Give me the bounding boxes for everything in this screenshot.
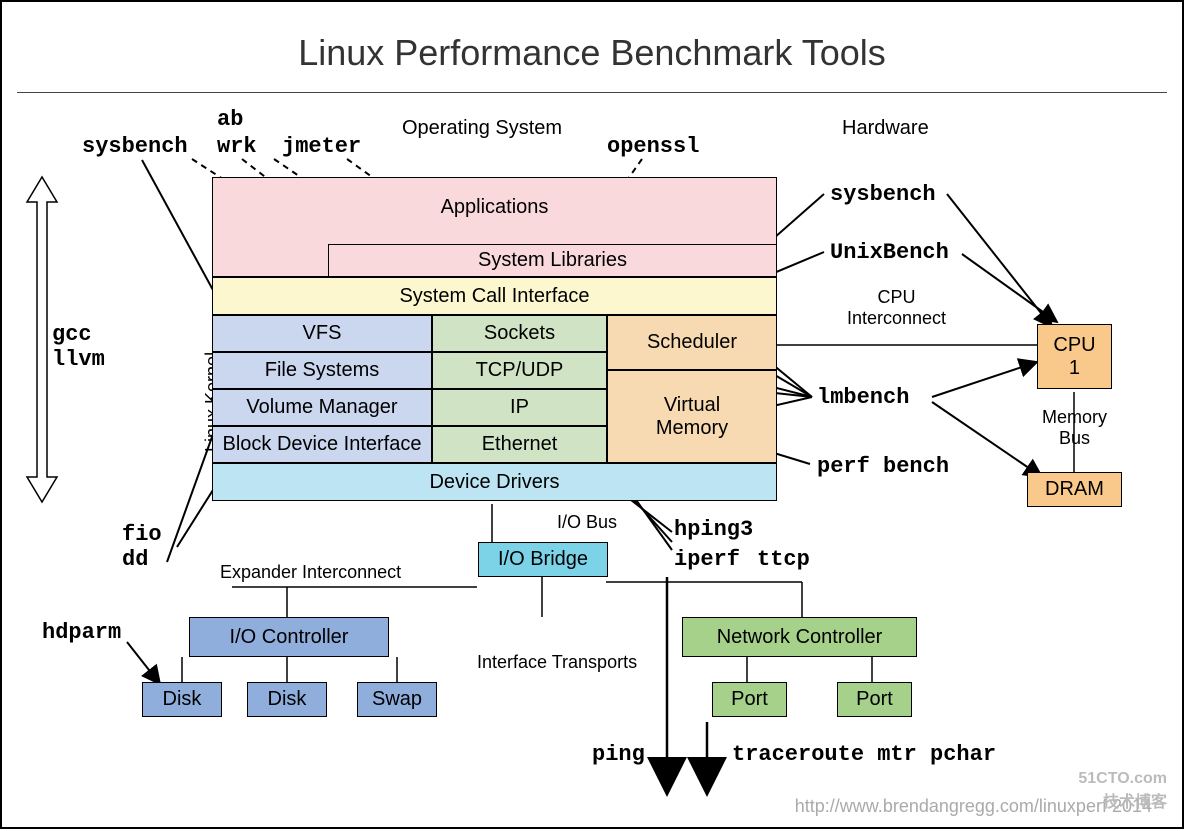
os-label: Operating System [402, 117, 562, 140]
vfs-box: VFS [212, 315, 432, 352]
tool-sysbench: sysbench [82, 134, 188, 159]
fs-box: File Systems [212, 352, 432, 389]
syslib-box: System Libraries [328, 244, 777, 277]
tool-traceroute: traceroute mtr pchar [732, 742, 996, 767]
tool-llvm: llvm [52, 347, 105, 372]
exp-label: Expander Interconnect [220, 562, 401, 583]
tool-perfbench: perf bench [817, 454, 949, 479]
vmem-box: Virtual Memory [607, 370, 777, 463]
iobus-label: I/O Bus [557, 512, 617, 533]
tool-lmbench: lmbench [817, 385, 909, 410]
port2-box: Port [837, 682, 912, 717]
tool-sysbench2: sysbench [830, 182, 936, 207]
dram-box: DRAM [1027, 472, 1122, 507]
ioc-box: I/O Controller [189, 617, 389, 657]
iobridge-box: I/O Bridge [478, 542, 608, 577]
eth-box: Ethernet [432, 426, 607, 463]
tool-hping3: hping3 [674, 517, 753, 542]
sockets-box: Sockets [432, 315, 607, 352]
tool-gcc: gcc [52, 322, 92, 347]
bdi-box: Block Device Interface [212, 426, 432, 463]
tool-openssl: openssl [607, 134, 699, 159]
dd-box: Device Drivers [212, 463, 777, 501]
it-label: Interface Transports [477, 652, 637, 673]
nc-box: Network Controller [682, 617, 917, 657]
diagram-page: Linux Performance Benchmark Tools Operat… [0, 0, 1184, 829]
hw-label: Hardware [842, 117, 929, 140]
tcp-box: TCP/UDP [432, 352, 607, 389]
cpui-label: CPU Interconnect [847, 287, 946, 329]
tool-ttcp: ttcp [757, 547, 810, 572]
divider [17, 92, 1167, 93]
ip-box: IP [432, 389, 607, 426]
disk2-box: Disk [247, 682, 327, 717]
tool-ping: ping [592, 742, 645, 767]
tool-jmeter: jmeter [282, 134, 361, 159]
vm-box: Volume Manager [212, 389, 432, 426]
disk1-box: Disk [142, 682, 222, 717]
tool-iperf: iperf [674, 547, 740, 572]
page-title: Linux Performance Benchmark Tools [2, 32, 1182, 74]
port1-box: Port [712, 682, 787, 717]
swap-box: Swap [357, 682, 437, 717]
tool-unixbench: UnixBench [830, 240, 949, 265]
mbus-label: Memory Bus [1042, 407, 1107, 449]
tool-ab: ab [217, 107, 243, 132]
tool-wrk: wrk [217, 134, 257, 159]
cpu-box: CPU 1 [1037, 324, 1112, 389]
watermark: 51CTO.com 技术博客 [1078, 770, 1167, 812]
sci-box: System Call Interface [212, 277, 777, 315]
tool-dd: dd [122, 547, 148, 572]
sched-box: Scheduler [607, 315, 777, 370]
tool-fio: fio [122, 522, 162, 547]
tool-hdparm: hdparm [42, 620, 121, 645]
